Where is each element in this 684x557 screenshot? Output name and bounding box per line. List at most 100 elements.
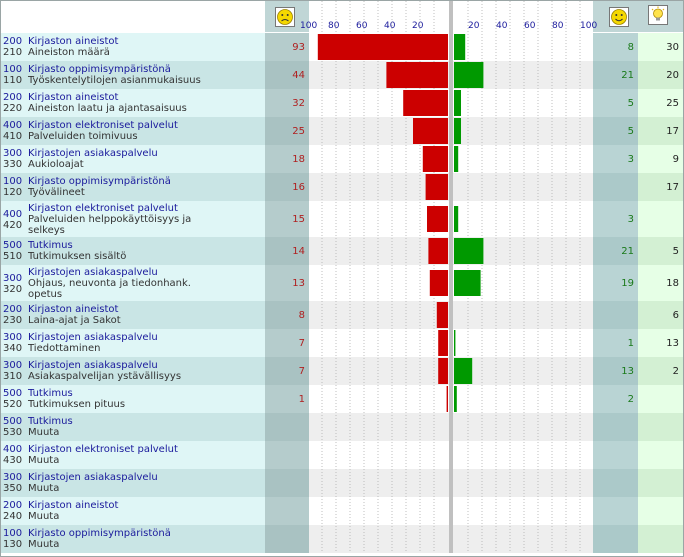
negative-count-cell: 32 <box>265 89 309 117</box>
positive-count-value: 21 <box>621 70 634 81</box>
positive-count-cell <box>593 301 638 329</box>
negative-count-cell: 15 <box>265 201 309 237</box>
suggestion-count-cell <box>638 385 683 413</box>
category-code: 100 <box>3 64 23 75</box>
subcategory-label: 350 Muuta <box>3 483 59 494</box>
category-label: Kirjaston elektroniset palvelut <box>3 203 178 214</box>
negative-bar <box>317 34 448 60</box>
category-label: 400 Kirjaston elektroniset palvelut <box>3 444 178 455</box>
row-label-cell: 100 Kirjasto oppimisympäristönä 130 Muuta <box>1 525 265 553</box>
subcategory-code: 340 <box>3 343 23 354</box>
negative-count-value: 15 <box>292 214 305 225</box>
happy-face-icon <box>609 7 629 27</box>
negative-count-cell: 14 <box>265 237 309 265</box>
suggestion-count-cell: 18 <box>638 265 683 301</box>
positive-count-value: 21 <box>621 246 634 257</box>
negative-count-cell: 7 <box>265 329 309 357</box>
row-label-cell: 500 Tutkimus 530 Muuta <box>1 413 265 441</box>
negative-bar <box>438 330 448 356</box>
negative-count-cell: 13 <box>265 265 309 301</box>
row-label-cell: 400 Kirjaston elektroniset palvelut 410 Pal… <box>1 117 265 145</box>
subcategory-name: Laina-ajat ja Sakot <box>28 315 121 326</box>
suggestion-count-value: 18 <box>666 278 679 289</box>
suggestion-count-value: 17 <box>666 126 679 137</box>
row-label-cell: 500 Tutkimus 520 Tutkimuksen pituus <box>1 385 265 413</box>
category-label: 100 Kirjasto oppimisympäristönä <box>3 176 171 187</box>
category-code: 300 <box>3 148 23 159</box>
category-name: Kirjastojen asiakaspalvelu <box>28 332 158 343</box>
category-code: 200 <box>3 36 23 47</box>
category-name: Kirjaston elektroniset palvelut <box>28 120 178 131</box>
category-code: 200 <box>3 92 23 103</box>
subcategory-label: Ohjaus, neuvonta ja tiedonhank. <box>3 278 191 289</box>
subcategory-code: 520 <box>3 399 23 410</box>
positive-count-value: 1 <box>627 338 634 349</box>
negative-bar <box>403 90 448 116</box>
subcategory-code: 110 <box>3 75 23 86</box>
row-label-cell: 200 Kirjaston aineistot 210 Aineiston määrä <box>1 33 265 61</box>
suggestion-count-cell <box>638 413 683 441</box>
row-label-cell: 300 Kirjastojen asiakaspalvelu 310 Asiakasp… <box>1 357 265 385</box>
subcategory-code: 350 <box>3 483 23 494</box>
category-name: Kirjaston elektroniset palvelut <box>28 203 178 214</box>
subcategory-label: 110 Työskentelytilojen asianmukaisuus <box>3 75 201 86</box>
positive-count-cell: 21 <box>593 237 638 265</box>
subcategory-label: 130 Muuta <box>3 539 59 550</box>
suggestion-count-value: 13 <box>666 338 679 349</box>
positive-count-cell <box>593 497 638 525</box>
row-label-cell: 300 Kirjastojen asiakaspalvelu 330 Aukioloa… <box>1 145 265 173</box>
negative-count-cell <box>265 525 309 553</box>
category-name: Tutkimus <box>28 416 73 427</box>
positive-bar <box>454 146 459 172</box>
negative-count-cell <box>265 497 309 525</box>
row-label-cell: 500 Tutkimus 510 Tutkimuksen sisältö <box>1 237 265 265</box>
negative-bar <box>429 270 448 296</box>
subcategory-label: 510 Tutkimuksen sisältö <box>3 251 126 262</box>
category-code: 300 <box>3 332 23 343</box>
positive-bar <box>454 330 456 356</box>
suggestion-count-cell: 5 <box>638 237 683 265</box>
subcategory-label: 220 Aineiston laatu ja ajantasaisuus <box>3 103 187 114</box>
category-name: Kirjastojen asiakaspalvelu <box>28 148 158 159</box>
category-name: Kirjaston aineistot <box>28 92 119 103</box>
category-label: 300 Kirjastojen asiakaspalvelu <box>3 332 158 343</box>
positive-count-value: 8 <box>627 42 634 53</box>
suggestion-count-cell: 17 <box>638 117 683 145</box>
subcategory-name: Tutkimuksen sisältö <box>28 251 127 262</box>
subcategory-name: Aineiston määrä <box>28 47 110 58</box>
category-code: 200 <box>3 500 23 511</box>
positive-count-value: 5 <box>627 126 634 137</box>
row-label-cell: Kirjastojen asiakaspalvelu Ohjaus, neuvon… <box>1 265 265 301</box>
row-label-cell: 200 Kirjaston aineistot 220 Aineiston laatu… <box>1 89 265 117</box>
positive-count-cell: 13 <box>593 357 638 385</box>
category-name: Kirjasto oppimisympäristönä <box>28 64 171 75</box>
subcategory-label: 340 Tiedottaminen <box>3 343 101 354</box>
category-name: Kirjastojen asiakaspalvelu <box>28 267 158 278</box>
subcategory-label: Palveluiden helppokäyttöisyys ja <box>3 214 191 225</box>
sad-face-icon <box>275 7 295 27</box>
suggestion-count-value: 9 <box>672 154 679 165</box>
category-label: 400 Kirjaston elektroniset palvelut <box>3 120 178 131</box>
suggestion-count-cell: 9 <box>638 145 683 173</box>
category-code: 500 <box>3 416 23 427</box>
positive-bar <box>454 386 457 412</box>
zero-axis <box>449 1 453 553</box>
subcategory-code: 420 <box>3 220 23 231</box>
subcategory-name: Muuta <box>28 427 60 438</box>
category-name: Kirjaston elektroniset palvelut <box>28 444 178 455</box>
negative-count-cell: 16 <box>265 173 309 201</box>
positive-count-cell: 3 <box>593 145 638 173</box>
subcategory-code: 330 <box>3 159 23 170</box>
category-label: 500 Tutkimus <box>3 388 73 399</box>
subcategory-code: 240 <box>3 511 23 522</box>
positive-count-cell: 19 <box>593 265 638 301</box>
category-name: Kirjastojen asiakaspalvelu <box>28 472 158 483</box>
category-label: 200 Kirjaston aineistot <box>3 92 118 103</box>
suggestion-count-cell <box>638 525 683 553</box>
suggestion-count-cell: 2 <box>638 357 683 385</box>
subcategory-label: 310 Asiakaspalvelijan ystävällisyys <box>3 371 181 382</box>
subcategory-name: Ohjaus, neuvonta ja tiedonhank. <box>28 278 191 289</box>
category-label: 500 Tutkimus <box>3 240 73 251</box>
subcategory-code: 430 <box>3 455 23 466</box>
subcategory-label: 240 Muuta <box>3 511 59 522</box>
